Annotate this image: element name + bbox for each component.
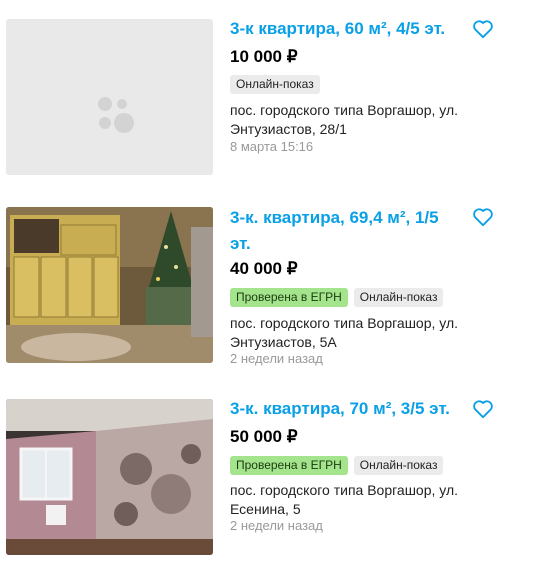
listing-date: 2 недели назад: [230, 351, 323, 366]
heart-outline-icon[interactable]: [472, 207, 494, 227]
listing-address: пос. городского типа Воргашор, ул. Энтуз…: [230, 314, 480, 352]
apartment-photo-image: [6, 207, 213, 363]
listing-title-line-2[interactable]: эт.: [230, 231, 470, 257]
listing-photo[interactable]: [6, 399, 213, 555]
camera-placeholder-icon: [98, 97, 134, 133]
listing-price: 50 000 ₽: [230, 427, 298, 446]
listing-date: 8 марта 15:16: [230, 139, 314, 154]
address-line-1: пос. городского типа Воргашор, ул.: [230, 482, 459, 498]
listing-price: 40 000 ₽: [230, 259, 298, 278]
listing-title[interactable]: 3-к квартира, 60 м², 4/5 эт.: [230, 16, 470, 42]
address-line-1: пос. городского типа Воргашор, ул.: [230, 102, 459, 118]
egrn-verified-badge: Проверена в ЕГРН: [230, 456, 348, 475]
online-viewing-badge: Онлайн-показ: [353, 456, 444, 475]
listing-photo-placeholder[interactable]: [6, 19, 213, 175]
online-viewing-badge: Онлайн-показ: [230, 75, 320, 94]
listing-address: пос. городского типа Воргашор, ул. Есени…: [230, 481, 480, 519]
listing-title[interactable]: 3-к. квартира, 69,4 м², 1/5 эт.: [230, 205, 470, 257]
listing-title-line-1[interactable]: 3-к. квартира, 69,4 м², 1/5: [230, 205, 470, 231]
apartment-photo-image: [6, 399, 213, 555]
listing-title[interactable]: 3-к. квартира, 70 м², 3/5 эт.: [230, 396, 475, 422]
listing-photo[interactable]: [6, 207, 213, 363]
heart-outline-icon[interactable]: [472, 399, 494, 419]
listing-date: 2 недели назад: [230, 518, 323, 533]
egrn-verified-badge: Проверена в ЕГРН: [230, 288, 348, 307]
online-viewing-badge: Онлайн-показ: [353, 288, 444, 307]
heart-outline-icon[interactable]: [472, 19, 494, 39]
listing-address: пос. городского типа Воргашор, ул. Энтуз…: [230, 101, 480, 139]
address-line-2: Энтузиастов, 28/1: [230, 121, 347, 137]
address-line-1: пос. городского типа Воргашор, ул.: [230, 315, 459, 331]
listing-price: 10 000 ₽: [230, 47, 298, 66]
